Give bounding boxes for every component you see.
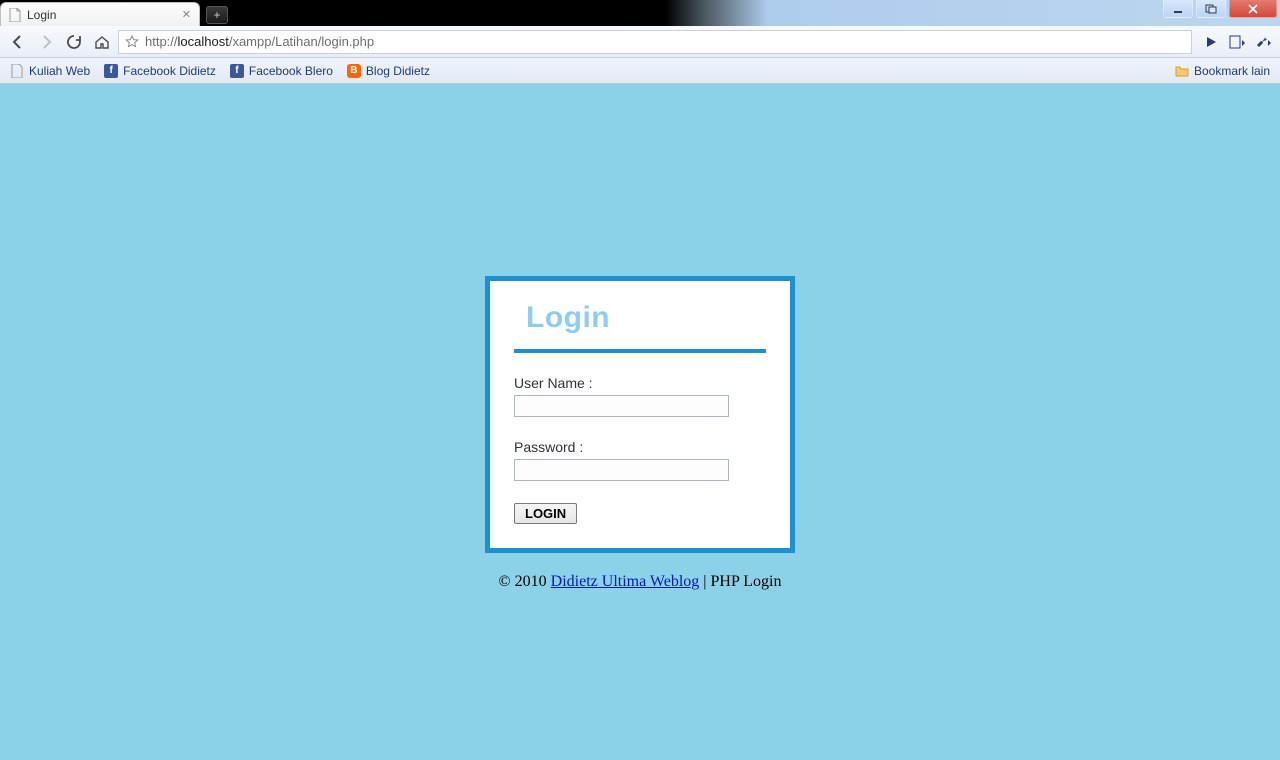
blogger-icon: B	[347, 64, 361, 78]
nav-reload-button[interactable]	[62, 30, 86, 54]
nav-forward-button[interactable]	[34, 30, 58, 54]
facebook-icon: f	[104, 64, 118, 78]
url-text: http://localhost/xampp/Latihan/login.php	[145, 34, 374, 49]
maximize-icon	[1205, 4, 1217, 14]
window-titlebar: Login ✕ +	[0, 0, 1280, 26]
nav-back-button[interactable]	[6, 30, 30, 54]
bookmark-label: Kuliah Web	[29, 64, 90, 78]
window-close-button[interactable]	[1229, 0, 1277, 18]
username-field-group: User Name :	[514, 375, 766, 439]
bookmark-label: Facebook Didietz	[123, 64, 216, 78]
bookmark-label: Bookmark lain	[1194, 64, 1270, 78]
window-controls	[1160, 0, 1280, 18]
tab-strip: Login ✕ +	[0, 0, 228, 26]
page-content: Login User Name : Password : LOGIN © 201…	[0, 84, 1280, 760]
password-field-group: Password :	[514, 439, 766, 503]
arrow-right-icon	[37, 33, 55, 51]
footer-text: © 2010 Didietz Ultima Weblog | PHP Login	[499, 573, 782, 591]
login-submit-button[interactable]: LOGIN	[514, 503, 577, 524]
page-menu-button[interactable]	[1226, 31, 1248, 53]
page-menu-icon	[1229, 35, 1245, 49]
bookmark-star-icon[interactable]	[125, 35, 139, 49]
page-icon	[10, 64, 24, 78]
nav-right-controls	[1200, 31, 1274, 53]
minimize-icon	[1173, 4, 1183, 14]
url-host: localhost	[178, 34, 229, 49]
go-button[interactable]	[1200, 31, 1222, 53]
bookmark-label: Blog Didietz	[366, 64, 430, 78]
address-bar[interactable]: http://localhost/xampp/Latihan/login.php	[118, 30, 1192, 54]
bookmark-blog-didietz[interactable]: B Blog Didietz	[347, 64, 430, 78]
username-input[interactable]	[514, 395, 729, 417]
footer-link[interactable]: Didietz Ultima Weblog	[551, 573, 700, 590]
browser-nav-toolbar: http://localhost/xampp/Latihan/login.php	[0, 26, 1280, 58]
new-tab-button[interactable]: +	[206, 6, 228, 24]
footer-copyright: © 2010	[499, 573, 551, 590]
facebook-icon: f	[230, 64, 244, 78]
login-panel: Login User Name : Password : LOGIN	[485, 276, 795, 553]
bookmark-other-folder[interactable]: Bookmark lain	[1175, 64, 1270, 78]
login-separator	[514, 349, 766, 353]
url-scheme: http://	[145, 34, 178, 49]
bookmarks-bar: Kuliah Web f Facebook Didietz f Facebook…	[0, 58, 1280, 84]
play-icon	[1205, 36, 1217, 48]
nav-home-button[interactable]	[90, 30, 114, 54]
footer-suffix: | PHP Login	[699, 573, 781, 590]
window-maximize-button[interactable]	[1196, 0, 1226, 18]
home-icon	[94, 34, 110, 50]
bookmark-facebook-didietz[interactable]: f Facebook Didietz	[104, 64, 216, 78]
password-label: Password :	[514, 439, 766, 455]
window-minimize-button[interactable]	[1163, 0, 1193, 18]
folder-icon	[1175, 64, 1189, 78]
tab-active[interactable]: Login ✕	[0, 2, 200, 26]
arrow-left-icon	[9, 33, 27, 51]
reload-icon	[66, 34, 82, 50]
url-path: /xampp/Latihan/login.php	[229, 34, 374, 49]
bookmark-kuliah-web[interactable]: Kuliah Web	[10, 64, 90, 78]
username-label: User Name :	[514, 375, 766, 391]
close-icon	[1247, 4, 1259, 14]
password-input[interactable]	[514, 459, 729, 481]
login-heading: Login	[526, 301, 766, 335]
page-icon	[9, 8, 21, 22]
tab-close-icon[interactable]: ✕	[182, 8, 191, 21]
tab-title: Login	[27, 8, 56, 22]
wrench-menu-button[interactable]	[1252, 31, 1274, 53]
bookmark-facebook-blero[interactable]: f Facebook Blero	[230, 64, 333, 78]
wrench-icon	[1255, 35, 1271, 49]
bookmark-label: Facebook Blero	[249, 64, 333, 78]
